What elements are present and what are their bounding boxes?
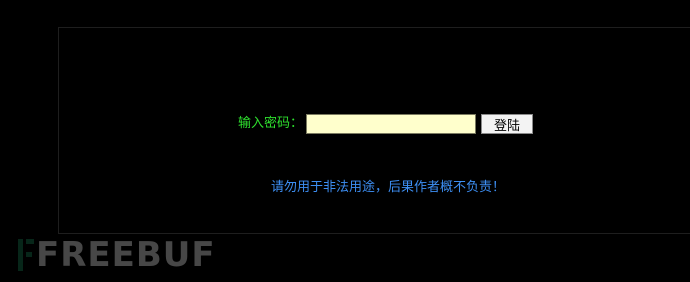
- login-form: 输入密码： 登陆: [238, 113, 534, 135]
- password-input[interactable]: [306, 114, 477, 134]
- warning-text: 请勿用于非法用途，后果作者概不负责！: [270, 180, 505, 195]
- logo-bar: [18, 239, 23, 271]
- password-label: 输入密码：: [238, 116, 304, 131]
- page: 输入密码： 登陆 请勿用于非法用途，后果作者概不负责！ FREEBUF: [0, 0, 690, 282]
- login-button[interactable]: 登陆: [481, 114, 534, 134]
- freebuf-watermark-logo: FREEBUF: [18, 238, 216, 272]
- watermark-text: FREEBUF: [36, 235, 216, 275]
- logo-f-mark: [26, 239, 34, 271]
